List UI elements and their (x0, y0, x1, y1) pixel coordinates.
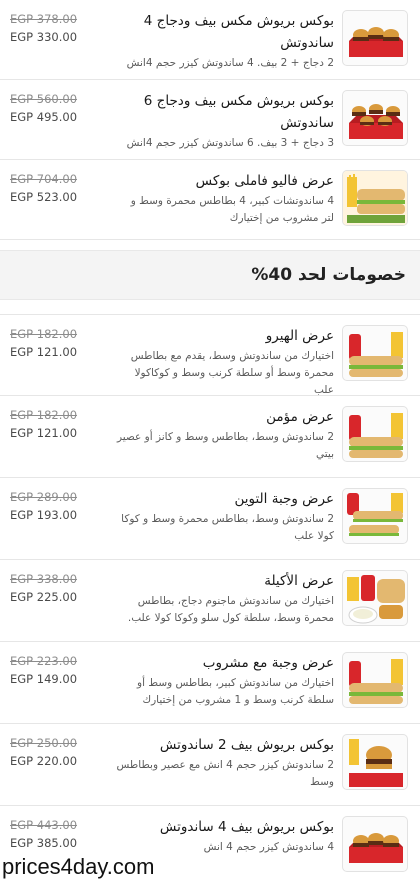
menu-item[interactable]: EGP 182.00 EGP 121.00 عرض الهيرو اختيارك… (0, 314, 420, 396)
price-block: EGP 378.00 EGP 330.00 (10, 10, 110, 46)
item-title: بوكس بريوش مكس بيف ودجاج 4 ساندوتش (143, 13, 334, 51)
menu-list: EGP 378.00 EGP 330.00 بوكس بريوش مكس بيف… (0, 0, 420, 882)
item-description: 2 ساندوتش وسط، بطاطس وسط و كانز أو عصير … (116, 431, 334, 460)
price-block: EGP 182.00 EGP 121.00 (10, 325, 110, 361)
new-price: EGP 330.00 (10, 30, 78, 44)
item-description: اختيارك من ساندوتش وسط، يقدم مع بطاطس مح… (130, 350, 334, 396)
old-price: EGP 182.00 (10, 408, 78, 422)
section-title: خصومات لحد 40% (251, 265, 406, 285)
new-price: EGP 385.00 (10, 836, 78, 850)
burger-box-image[interactable] (342, 734, 408, 790)
item-description: 3 دجاج + 3 بيف. 6 ساندوتش كيزر حجم 4انش (126, 137, 334, 149)
menu-item[interactable]: EGP 250.00 EGP 220.00 بوكس بريوش بيف 2 س… (0, 724, 420, 806)
price-block: EGP 443.00 EGP 385.00 (10, 816, 110, 852)
site-watermark: prices4day.com (0, 854, 159, 880)
menu-item[interactable]: EGP 182.00 EGP 121.00 عرض مؤمن 2 ساندوتش… (0, 396, 420, 478)
sliders-box-image[interactable] (342, 90, 408, 146)
sub-combo-image[interactable] (342, 652, 408, 708)
sub-combo-image[interactable] (342, 406, 408, 462)
wrap-meal-image[interactable] (342, 570, 408, 626)
menu-item[interactable]: EGP 223.00 EGP 149.00 عرض وجبة مع مشروب … (0, 642, 420, 724)
old-price: EGP 223.00 (10, 654, 78, 668)
item-description: 4 ساندوتشات كبير، 4 بطاطس محمرة وسط و لت… (130, 195, 334, 224)
old-price: EGP 378.00 (10, 12, 78, 26)
old-price: EGP 250.00 (10, 736, 78, 750)
item-title: عرض فاليو فاملى بوكس (195, 173, 334, 189)
item-description: 2 ساندوتش وسط، بطاطس محمرة وسط و كوكا كو… (121, 513, 334, 542)
price-block: EGP 223.00 EGP 149.00 (10, 652, 110, 688)
old-price: EGP 443.00 (10, 818, 78, 832)
price-block: EGP 289.00 EGP 193.00 (10, 488, 110, 524)
sub-combo-image[interactable] (342, 325, 408, 381)
price-block: EGP 182.00 EGP 121.00 (10, 406, 110, 442)
section-header: خصومات لحد 40% (0, 250, 420, 300)
price-block: EGP 560.00 EGP 495.00 (10, 90, 110, 126)
price-block: EGP 704.00 EGP 523.00 (10, 170, 110, 206)
family-box-image[interactable] (342, 170, 408, 226)
menu-item[interactable]: EGP 560.00 EGP 495.00 بوكس بريوش مكس بيف… (0, 80, 420, 160)
sliders-box-image[interactable] (342, 10, 408, 66)
old-price: EGP 289.00 (10, 490, 78, 504)
new-price: EGP 523.00 (10, 190, 78, 204)
item-title: عرض وجبة التوين (234, 491, 334, 507)
item-title: بوكس بريوش بيف 4 ساندوتش (159, 819, 334, 835)
new-price: EGP 193.00 (10, 508, 78, 522)
menu-item[interactable]: EGP 338.00 EGP 225.00 عرض الأكيلة اختيار… (0, 560, 420, 642)
new-price: EGP 495.00 (10, 110, 78, 124)
menu-item[interactable]: EGP 378.00 EGP 330.00 بوكس بريوش مكس بيف… (0, 0, 420, 80)
old-price: EGP 182.00 (10, 327, 78, 341)
menu-item[interactable]: EGP 704.00 EGP 523.00 عرض فاليو فاملى بو… (0, 160, 420, 240)
item-title: عرض الهيرو (265, 328, 334, 344)
item-title: بوكس بريوش مكس بيف ودجاج 6 ساندوتش (143, 93, 334, 131)
item-title: عرض الأكيلة (264, 573, 334, 589)
new-price: EGP 225.00 (10, 590, 78, 604)
item-description: اختيارك من ساندوتش ماجنوم دجاج، بطاطس مح… (127, 595, 334, 624)
price-block: EGP 250.00 EGP 220.00 (10, 734, 110, 770)
old-price: EGP 338.00 (10, 572, 78, 586)
new-price: EGP 149.00 (10, 672, 78, 686)
sliders-box-image[interactable] (342, 816, 408, 872)
new-price: EGP 220.00 (10, 754, 78, 768)
item-description: 2 دجاج + 2 بيف. 4 ساندوتش كيزر حجم 4انش (126, 57, 334, 69)
old-price: EGP 560.00 (10, 92, 78, 106)
price-block: EGP 338.00 EGP 225.00 (10, 570, 110, 606)
new-price: EGP 121.00 (10, 345, 78, 359)
item-title: عرض مؤمن (266, 409, 334, 425)
new-price: EGP 121.00 (10, 426, 78, 440)
item-title: عرض وجبة مع مشروب (202, 655, 334, 671)
item-description: 2 ساندوتش كيزر حجم 4 انش مع عصير وبطاطس … (116, 759, 335, 788)
item-description: اختيارك من ساندوتش كبير، بطاطس وسط أو سل… (137, 677, 334, 706)
twin-meal-image[interactable] (342, 488, 408, 544)
menu-item[interactable]: EGP 289.00 EGP 193.00 عرض وجبة التوين 2 … (0, 478, 420, 560)
old-price: EGP 704.00 (10, 172, 78, 186)
item-title: بوكس بريوش بيف 2 ساندوتش (159, 737, 334, 753)
